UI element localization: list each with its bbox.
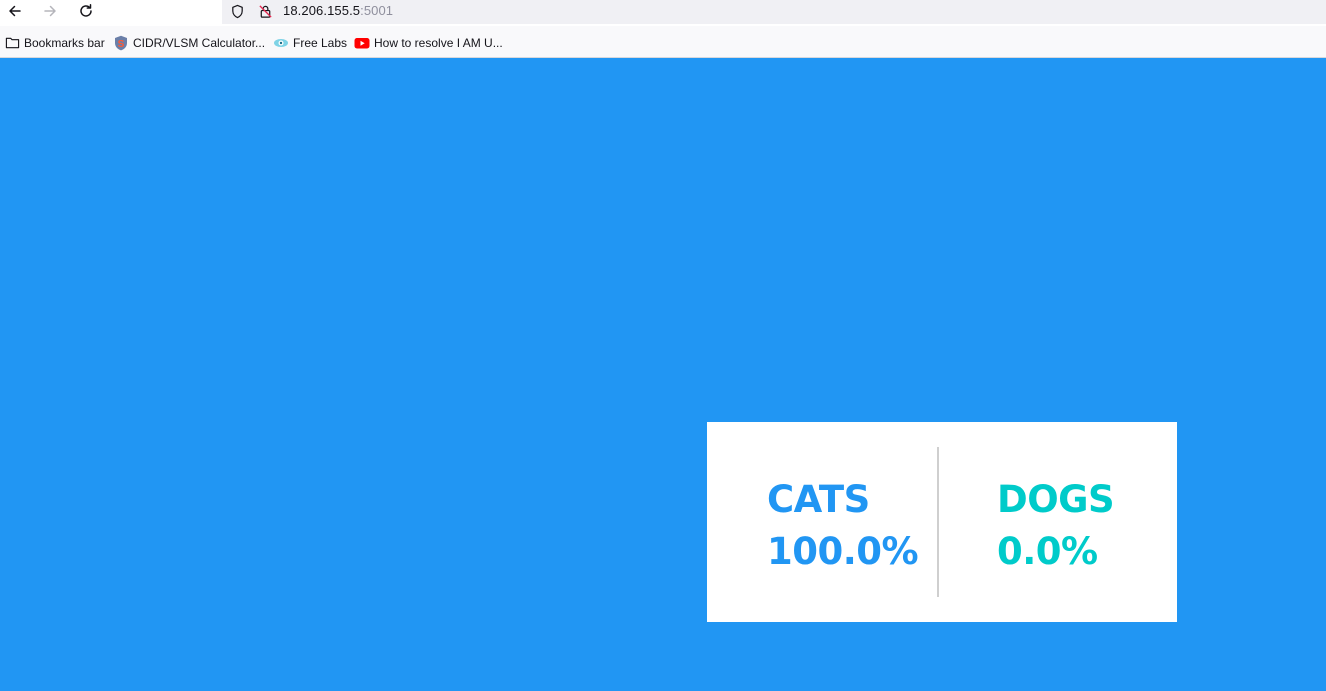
insecure-lock-icon[interactable] bbox=[256, 2, 274, 20]
result-option-b: DOGS 0.0% bbox=[997, 474, 1115, 578]
url-port: :5001 bbox=[360, 3, 394, 18]
bookmark-label: Free Labs bbox=[293, 35, 348, 50]
option-b-label: DOGS bbox=[997, 478, 1115, 521]
option-a-label: CATS bbox=[767, 478, 870, 521]
bookmark-free-labs[interactable]: Free Labs bbox=[273, 34, 347, 51]
svg-text:S: S bbox=[118, 39, 125, 50]
address-bar[interactable]: 18.206.155.5:5001 bbox=[222, 0, 1326, 24]
back-button[interactable] bbox=[3, 0, 27, 22]
arrow-left-icon bbox=[9, 5, 21, 17]
results-card: CATS 100.0% DOGS 0.0% bbox=[707, 422, 1177, 622]
url-text[interactable]: 18.206.155.5:5001 bbox=[283, 3, 393, 18]
browser-toolbar: 18.206.155.5:5001 bbox=[0, 0, 1326, 26]
bookmark-folder[interactable]: Bookmarks bar bbox=[4, 34, 105, 51]
reload-icon bbox=[80, 4, 92, 17]
option-b-percent: 0.0% bbox=[997, 530, 1098, 573]
bookmark-label: How to resolve I AM U... bbox=[374, 35, 503, 50]
option-a-percent: 100.0% bbox=[767, 530, 919, 573]
arrow-right-icon bbox=[44, 5, 56, 17]
shield-icon[interactable] bbox=[228, 2, 246, 20]
bookmark-cidr-calculator[interactable]: S CIDR/VLSM Calculator... bbox=[113, 34, 265, 51]
bookmark-label: Bookmarks bar bbox=[24, 35, 105, 50]
forward-button[interactable] bbox=[38, 0, 62, 22]
bookmarks-bar: Bookmarks bar S CIDR/VLSM Calculator... … bbox=[0, 26, 1326, 58]
result-option-a: CATS 100.0% bbox=[767, 474, 919, 578]
eye-icon bbox=[273, 35, 289, 51]
folder-icon bbox=[4, 35, 20, 51]
reload-button[interactable] bbox=[74, 0, 98, 22]
bookmark-label: CIDR/VLSM Calculator... bbox=[133, 35, 266, 50]
site-s-icon: S bbox=[113, 35, 129, 51]
bookmark-youtube[interactable]: How to resolve I AM U... bbox=[354, 34, 503, 51]
url-host: 18.206.155.5 bbox=[283, 3, 361, 18]
youtube-icon bbox=[354, 35, 370, 51]
divider bbox=[937, 447, 939, 597]
